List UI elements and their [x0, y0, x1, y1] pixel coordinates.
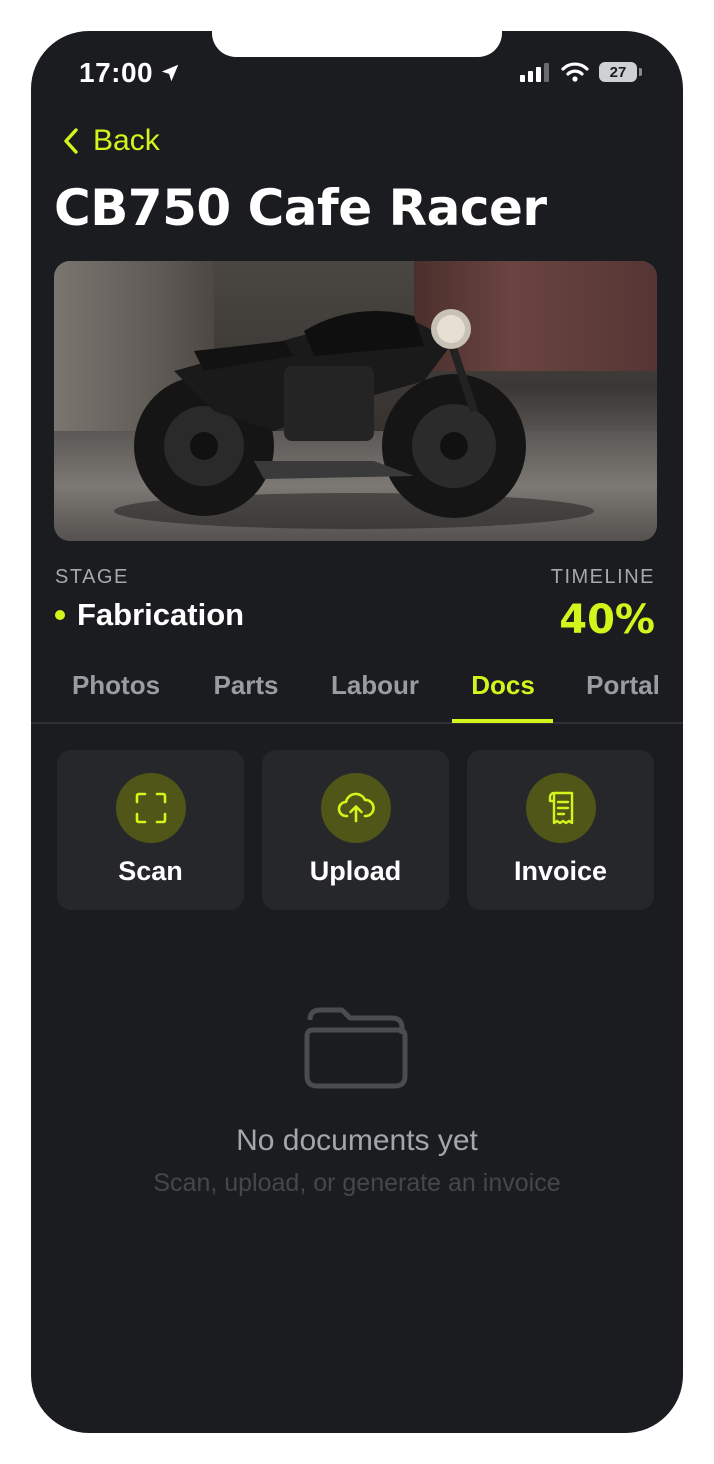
scan-label: Scan	[118, 856, 183, 886]
receipt-icon	[548, 791, 574, 825]
upload-button[interactable]: Upload	[262, 750, 449, 910]
battery-icon: 27	[599, 62, 642, 82]
invoice-icon-circle	[526, 773, 596, 843]
battery-level: 27	[609, 63, 627, 81]
empty-state-subtitle: Scan, upload, or generate an invoice	[153, 1169, 561, 1197]
invoice-label: Invoice	[513, 856, 608, 886]
motorcycle-image	[114, 309, 594, 529]
chevron-left-icon	[64, 128, 78, 154]
scan-icon-circle	[116, 773, 186, 843]
tab-photos[interactable]: Photos	[72, 670, 160, 701]
upload-label: Upload	[309, 856, 402, 886]
active-tab-indicator	[452, 719, 553, 723]
cellular-signal-icon	[520, 63, 549, 82]
invoice-button[interactable]: Invoice	[467, 750, 654, 910]
project-photo[interactable]	[54, 261, 657, 541]
upload-icon-circle	[321, 773, 391, 843]
stage-value-text: Fabrication	[77, 597, 245, 632]
empty-state-title: No documents yet	[236, 1124, 478, 1157]
scan-button[interactable]: Scan	[57, 750, 244, 910]
stage-value: Fabrication	[55, 597, 244, 633]
scan-icon	[135, 792, 167, 824]
wifi-icon	[561, 62, 589, 82]
page-title: CB750 Cafe Racer	[54, 179, 547, 237]
back-label: Back	[93, 124, 160, 157]
phone-screen: 17:00 27 Back CB750 Cafe Racer STAGE TIM…	[31, 31, 683, 1433]
status-time: 17:00	[79, 57, 181, 89]
timeline-value: 40%	[559, 597, 655, 643]
status-time-text: 17:00	[79, 57, 154, 88]
tab-bar: Photos Parts Labour Docs Portal	[31, 659, 683, 724]
timeline-label: TIMELINE	[550, 566, 655, 588]
tab-portal[interactable]: Portal	[586, 670, 660, 701]
tab-labour[interactable]: Labour	[331, 670, 419, 701]
stage-label: STAGE	[55, 566, 129, 588]
stage-indicator-dot	[55, 610, 65, 620]
cloud-upload-icon	[337, 792, 375, 823]
notch	[212, 31, 502, 57]
tab-parts[interactable]: Parts	[213, 670, 278, 701]
location-arrow-icon	[161, 64, 179, 82]
back-button[interactable]: Back	[63, 124, 160, 158]
status-icons: 27	[519, 62, 642, 82]
tab-docs[interactable]: Docs	[471, 670, 535, 701]
folder-icon	[304, 1007, 408, 1089]
